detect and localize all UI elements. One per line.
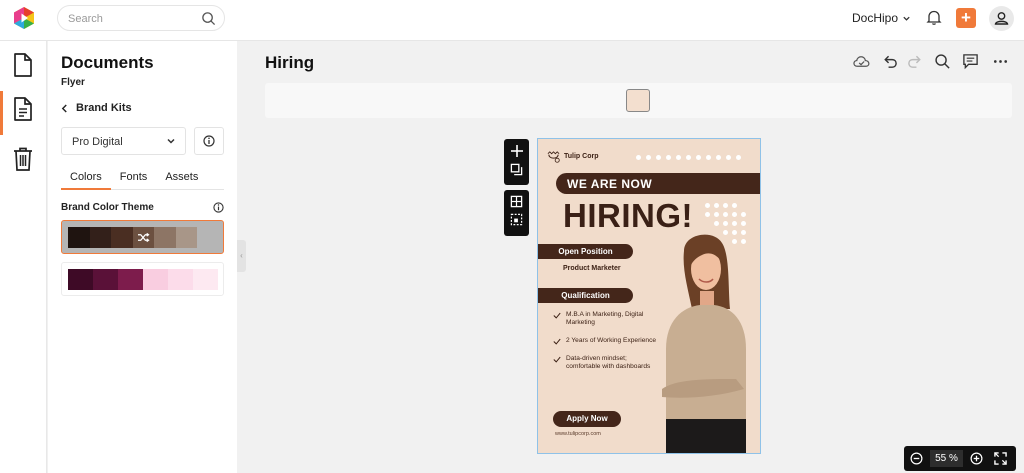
flyer-brand: Tulip Corp <box>546 150 598 163</box>
color-swatch <box>68 227 90 248</box>
rail-item-documents[interactable] <box>0 43 47 87</box>
chevron-down-icon <box>167 138 175 144</box>
undo-icon[interactable] <box>881 53 898 70</box>
zoom-unit: % <box>949 453 958 464</box>
zoom-value: 55 <box>935 453 947 464</box>
rail-item-brand-kit[interactable] <box>0 87 47 135</box>
zoom-in-icon[interactable] <box>970 452 983 465</box>
flyer-canvas[interactable]: Tulip Corp WE ARE NOW HIRING! Open Posit… <box>537 138 761 454</box>
qualification-text: Data-driven mindset; comfortable with da… <box>566 355 651 370</box>
open-position-label: Open Position <box>538 244 633 259</box>
color-swatch <box>118 269 143 290</box>
brand-color-theme-label: Brand Color Theme <box>61 202 154 213</box>
user-icon <box>994 12 1009 25</box>
zoom-level[interactable]: 55 % <box>930 450 963 467</box>
tab-colors[interactable]: Colors <box>61 166 111 190</box>
brand-kit-value: Pro Digital <box>72 136 123 148</box>
check-icon <box>553 338 561 345</box>
color-swatch <box>68 269 93 290</box>
qualification-label: Qualification <box>538 288 633 303</box>
back-label: Brand Kits <box>76 102 132 114</box>
fullscreen-icon[interactable] <box>994 452 1007 465</box>
collapse-panel-handle[interactable]: ‹ <box>237 240 246 272</box>
info-icon <box>203 135 215 147</box>
account-name: DocHipo <box>852 11 899 25</box>
select-area-icon[interactable] <box>510 213 523 226</box>
color-palette-selected[interactable] <box>61 220 224 254</box>
chevron-down-icon <box>903 16 910 21</box>
bell-icon[interactable] <box>926 9 942 26</box>
avatar[interactable] <box>989 6 1014 31</box>
more-options-icon[interactable] <box>992 53 1009 70</box>
grid-icon[interactable] <box>510 195 523 208</box>
info-icon[interactable] <box>213 202 224 213</box>
search-input[interactable] <box>68 10 198 27</box>
flyer-brand-name: Tulip Corp <box>564 153 599 160</box>
redo-icon[interactable] <box>907 53 924 70</box>
color-swatch <box>93 269 118 290</box>
brand-kit-select[interactable]: Pro Digital <box>61 127 186 155</box>
page-tools <box>504 139 529 185</box>
chevron-left-icon <box>61 104 67 112</box>
color-toolbar <box>265 83 1012 118</box>
flyer-banner-text: WE ARE NOW <box>567 177 653 191</box>
position-title: Product Marketer <box>563 265 621 272</box>
brand-kit-panel: Documents Flyer Brand Kits Pro Digital C… <box>48 41 237 473</box>
account-switcher[interactable]: DocHipo <box>852 11 911 25</box>
qualification-item: M.B.A in Marketing, Digital Marketing <box>552 311 662 327</box>
check-icon <box>553 356 561 363</box>
decorative-dots <box>636 155 741 160</box>
trash-icon <box>14 147 32 171</box>
rail-item-trash[interactable] <box>0 137 47 181</box>
cloud-save-icon[interactable] <box>853 53 870 70</box>
color-swatch <box>175 227 197 248</box>
left-rail <box>0 41 47 473</box>
create-button[interactable]: + <box>956 8 976 28</box>
flyer-banner: WE ARE NOW <box>556 173 760 194</box>
background-color-swatch[interactable] <box>626 89 650 112</box>
color-palette-option[interactable] <box>61 262 224 296</box>
tab-assets[interactable]: Assets <box>156 166 207 190</box>
qualification-item: Data-driven mindset; comfortable with da… <box>552 355 662 371</box>
tab-fonts[interactable]: Fonts <box>111 166 157 190</box>
color-swatch <box>154 227 176 248</box>
layout-tools <box>504 190 529 236</box>
document-icon <box>14 53 32 77</box>
document-title[interactable]: Hiring <box>265 53 314 73</box>
color-swatch <box>143 269 168 290</box>
search-box[interactable] <box>57 5 225 31</box>
search-icon[interactable] <box>201 11 216 26</box>
color-swatch <box>111 227 133 248</box>
check-icon <box>553 312 561 319</box>
zoom-control: 55 % <box>904 446 1016 471</box>
shuffle-icon[interactable] <box>137 232 150 243</box>
brand-kit-info-button[interactable] <box>194 127 224 155</box>
color-swatch <box>89 227 111 248</box>
color-swatch <box>197 227 219 248</box>
back-to-brand-kits[interactable]: Brand Kits <box>61 102 132 114</box>
panel-subtitle: Flyer <box>61 77 85 88</box>
duplicate-page-icon[interactable] <box>510 163 523 176</box>
qualification-text: M.B.A in Marketing, Digital Marketing <box>566 311 644 326</box>
qualification-item: 2 Years of Working Experience <box>552 337 662 345</box>
top-bar: DocHipo + <box>0 0 1024 41</box>
color-swatch <box>193 269 218 290</box>
tulip-logo-icon <box>547 151 560 163</box>
app-logo[interactable] <box>12 6 36 30</box>
color-swatch <box>168 269 193 290</box>
qualification-text: 2 Years of Working Experience <box>566 337 657 344</box>
brand-kit-tabs: Colors Fonts Assets <box>61 166 224 190</box>
file-text-icon <box>14 97 32 121</box>
apply-now-button: Apply Now <box>553 411 621 427</box>
flyer-website: www.tulipcorp.com <box>555 431 601 437</box>
panel-title: Documents <box>61 53 154 72</box>
search-icon[interactable] <box>934 53 951 70</box>
zoom-out-icon[interactable] <box>910 452 923 465</box>
qualifications-list: M.B.A in Marketing, Digital Marketing 2 … <box>552 311 662 381</box>
add-page-icon[interactable] <box>510 144 524 158</box>
comment-icon[interactable] <box>962 53 979 70</box>
